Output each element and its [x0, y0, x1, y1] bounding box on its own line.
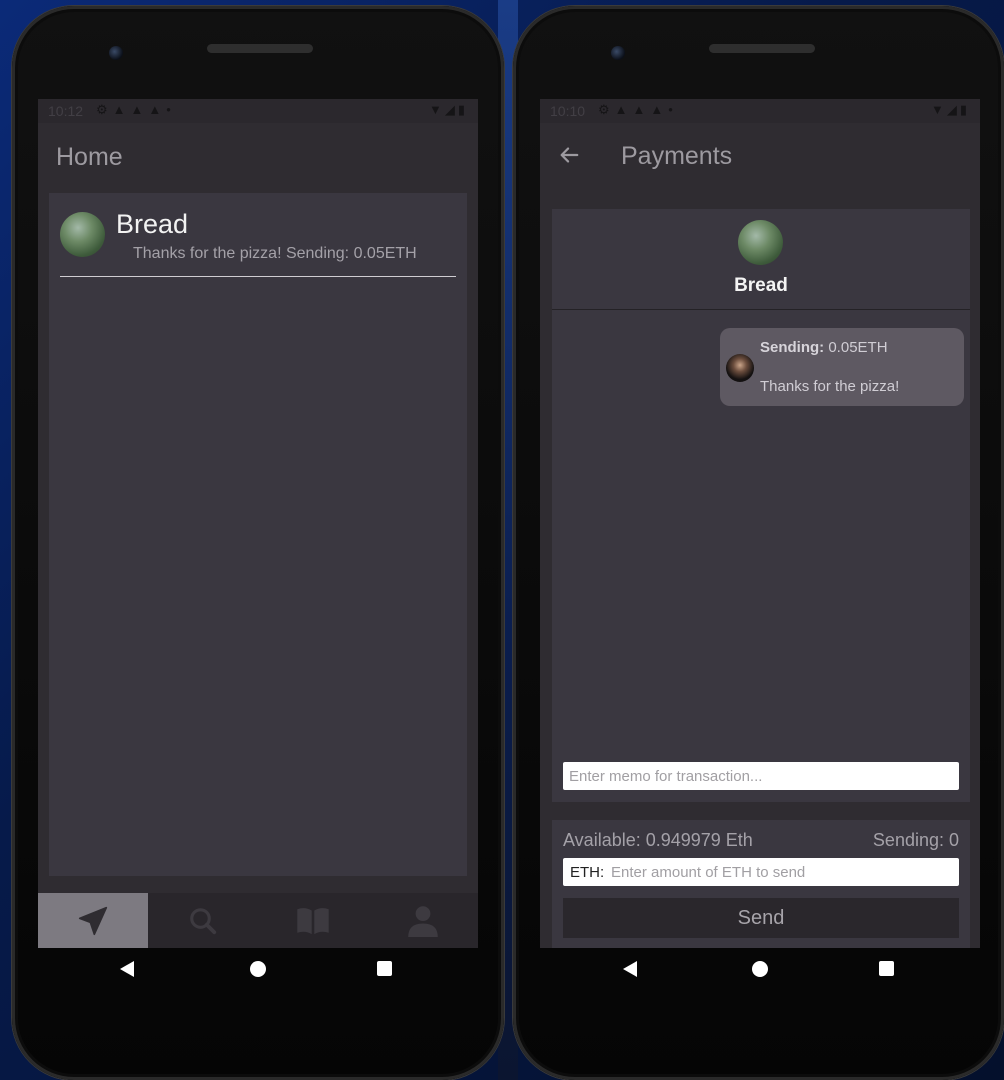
status-notification-icons: ⚙▲▲▲•: [598, 102, 678, 117]
bottom-navigation: [38, 893, 478, 948]
send-panel: Available: 0.949979 Eth Sending: 0 ETH: …: [552, 820, 970, 948]
home-screen: 10:12 ⚙▲▲▲• ▼◢▮ Home Bread Thanks for th…: [38, 99, 478, 948]
earpiece-speaker: [709, 44, 815, 53]
sending-amount: Sending: 0.05ETH: [760, 339, 888, 356]
status-signal-battery-icons: ▼◢▮: [930, 102, 970, 117]
payments-screen: 10:10 ⚙▲▲▲• ▼◢▮ Payments Bread Sending: …: [540, 99, 980, 948]
status-bar: 10:10 ⚙▲▲▲• ▼◢▮: [540, 99, 980, 123]
contact-avatar: [60, 212, 105, 257]
eth-prefix-label: ETH:: [570, 864, 605, 881]
page-title: Payments: [621, 142, 733, 170]
phone-payments: 10:10 ⚙▲▲▲• ▼◢▮ Payments Bread Sending: …: [513, 6, 1004, 1080]
send-button[interactable]: Send: [563, 898, 959, 938]
contact-name: Bread: [116, 209, 189, 239]
recipient-name: Bread: [734, 275, 788, 296]
recipient-avatar: [738, 220, 783, 265]
system-back-icon[interactable]: [623, 961, 637, 977]
status-time: 10:12: [48, 103, 84, 119]
recipient-header: Bread: [552, 209, 970, 309]
transaction-history: Sending: 0.05ETH Thanks for the pizza!: [552, 310, 970, 802]
status-bar: 10:12 ⚙▲▲▲• ▼◢▮: [38, 99, 478, 123]
front-camera: [611, 46, 625, 60]
person-icon: [408, 905, 438, 937]
contact-preview: Thanks for the pizza! Sending: 0.05ETH: [133, 245, 417, 262]
status-signal-battery-icons: ▼◢▮: [428, 102, 468, 117]
search-icon: [190, 907, 217, 934]
nav-tab-send[interactable]: [38, 893, 148, 948]
system-navigation-bar: [12, 961, 504, 991]
system-home-icon[interactable]: [752, 961, 768, 977]
eth-amount-field[interactable]: ETH:: [563, 858, 959, 886]
book-icon: [297, 907, 329, 934]
contact-item[interactable]: Bread Thanks for the pizza! Sending: 0.0…: [49, 193, 467, 279]
eth-amount-input[interactable]: [611, 858, 957, 886]
message-bubble: Sending: 0.05ETH Thanks for the pizza!: [720, 328, 964, 406]
send-icon: [78, 906, 108, 935]
system-recents-icon[interactable]: [879, 961, 894, 976]
system-home-icon[interactable]: [250, 961, 266, 977]
list-divider: [60, 276, 456, 277]
system-back-icon[interactable]: [120, 961, 134, 977]
earpiece-speaker: [207, 44, 313, 53]
system-navigation-bar: [513, 961, 1004, 991]
nav-tab-book[interactable]: [258, 893, 368, 948]
back-arrow-icon[interactable]: [558, 142, 580, 173]
memo-input[interactable]: [563, 762, 959, 790]
phone-home: 10:12 ⚙▲▲▲• ▼◢▮ Home Bread Thanks for th…: [12, 6, 504, 1080]
available-balance: Available: 0.949979 Eth: [563, 830, 753, 850]
sending-count: Sending: 0: [872, 830, 959, 850]
nav-tab-search[interactable]: [148, 893, 258, 948]
front-camera: [109, 46, 123, 60]
system-recents-icon[interactable]: [377, 961, 392, 976]
page-title: Home: [56, 143, 123, 171]
contact-list: Bread Thanks for the pizza! Sending: 0.0…: [49, 193, 467, 876]
sender-avatar: [726, 354, 754, 382]
nav-tab-profile[interactable]: [368, 893, 478, 948]
message-memo: Thanks for the pizza!: [760, 378, 900, 395]
status-time: 10:10: [550, 103, 586, 119]
status-notification-icons: ⚙▲▲▲•: [96, 102, 176, 117]
